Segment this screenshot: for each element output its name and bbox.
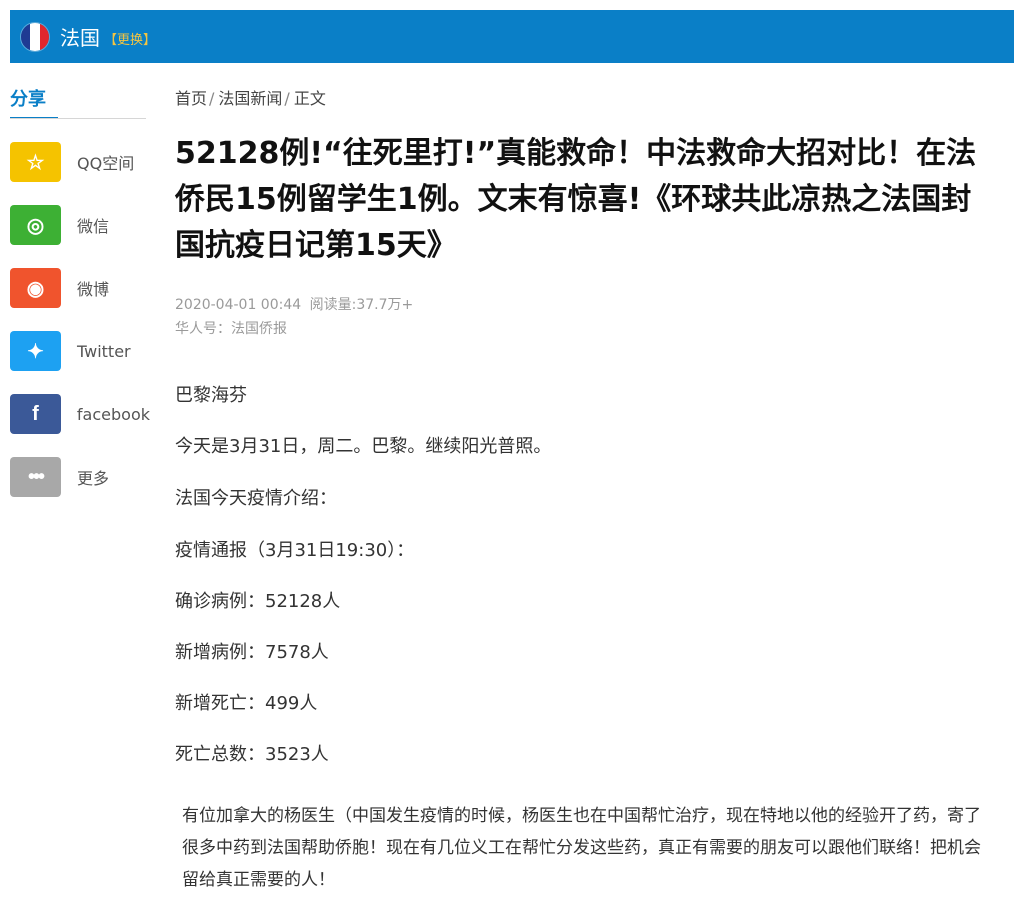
share-list: ☆ QQ空间 ◎ 微信 ◉ 微博 ✦ Twitter f facebook ••… (10, 142, 150, 497)
share-item-weibo[interactable]: ◉ 微博 (10, 268, 150, 308)
share-item-qzone[interactable]: ☆ QQ空间 (10, 142, 150, 182)
view-count: 阅读量:37.7万+ (309, 297, 414, 313)
share-item-more[interactable]: ••• 更多 (10, 457, 150, 497)
article-paragraph: 新增死亡：499人 (175, 693, 318, 714)
weibo-icon[interactable]: ◉ (10, 268, 61, 308)
breadcrumb-section-link[interactable]: 法国新闻 (218, 89, 282, 108)
article-paragraph: 新增病例：7578人 (175, 642, 329, 663)
share-label: 微信 (77, 217, 110, 236)
share-sidebar: 分享 ☆ QQ空间 ◎ 微信 ◉ 微博 ✦ Twitter f facebook (10, 85, 150, 520)
article-paragraph: 巴黎海芬 (175, 385, 247, 406)
share-label: facebook (76, 404, 150, 424)
flag-stripe-blue (21, 22, 31, 51)
article-paragraph: 疫情通报（3月31日19:30）： (175, 540, 415, 561)
article-main: 首页 / 法国新闻 / 正文 52128例!“往死里打!”真能救命！中法救命大招对比！在… (175, 85, 1005, 765)
article-meta: 2020-04-01 00:44 阅读量:37.7万+ 华人号：法国侨报 (175, 293, 1005, 341)
change-country-link[interactable]: 【更换】 (104, 29, 156, 48)
author-link[interactable]: 华人号：法国侨报 (175, 321, 287, 337)
share-label: QQ空间 (77, 154, 135, 173)
share-divider (10, 118, 146, 119)
share-label: 更多 (77, 469, 110, 488)
breadcrumb-separator: / (284, 89, 290, 108)
breadcrumb: 首页 / 法国新闻 / 正文 (175, 85, 1005, 109)
article-paragraph: 确诊病例：52128人 (175, 591, 341, 612)
article-paragraph: 死亡总数：3523人 (175, 744, 329, 765)
france-flag-icon (20, 21, 50, 52)
facebook-icon[interactable]: f (10, 394, 61, 434)
article-paragraph: 今天是3月31日，周二。巴黎。继续阳光普照。 (175, 436, 552, 457)
wechat-icon[interactable]: ◎ (10, 205, 61, 245)
share-item-facebook[interactable]: f facebook (10, 394, 150, 434)
top-bar: 法国 【更换】 (10, 10, 1014, 63)
publish-date: 2020-04-01 00:44 (175, 297, 302, 313)
breadcrumb-current: 正文 (293, 89, 326, 108)
share-item-wechat[interactable]: ◎ 微信 (10, 205, 150, 245)
twitter-icon[interactable]: ✦ (10, 331, 61, 371)
flag-stripe-white (30, 22, 40, 51)
share-title: 分享 (10, 85, 58, 119)
share-item-twitter[interactable]: ✦ Twitter (10, 331, 150, 371)
breadcrumb-separator: / (209, 89, 215, 108)
doctor-notice-paragraph: 有位加拿大的杨医生（中国发生疫情的时候，杨医生也在中国帮忙治疗，现在特地以他的经… (182, 806, 981, 890)
article-paragraph: 法国今天疫情介绍： (175, 488, 337, 509)
more-icon[interactable]: ••• (10, 457, 61, 497)
country-name: 法国 (60, 26, 100, 50)
page: 法国 【更换】 分享 ☆ QQ空间 ◎ 微信 ◉ 微博 ✦ Twitter f … (0, 0, 1024, 917)
share-label: 微博 (77, 280, 110, 299)
qzone-icon[interactable]: ☆ (10, 142, 61, 182)
article-title: 52128例!“往死里打!”真能救命！中法救命大招对比！在法侨民15例留学生1例… (175, 136, 977, 263)
flag-stripe-red (39, 22, 49, 51)
breadcrumb-home-link[interactable]: 首页 (175, 89, 207, 108)
share-label: Twitter (77, 341, 131, 361)
